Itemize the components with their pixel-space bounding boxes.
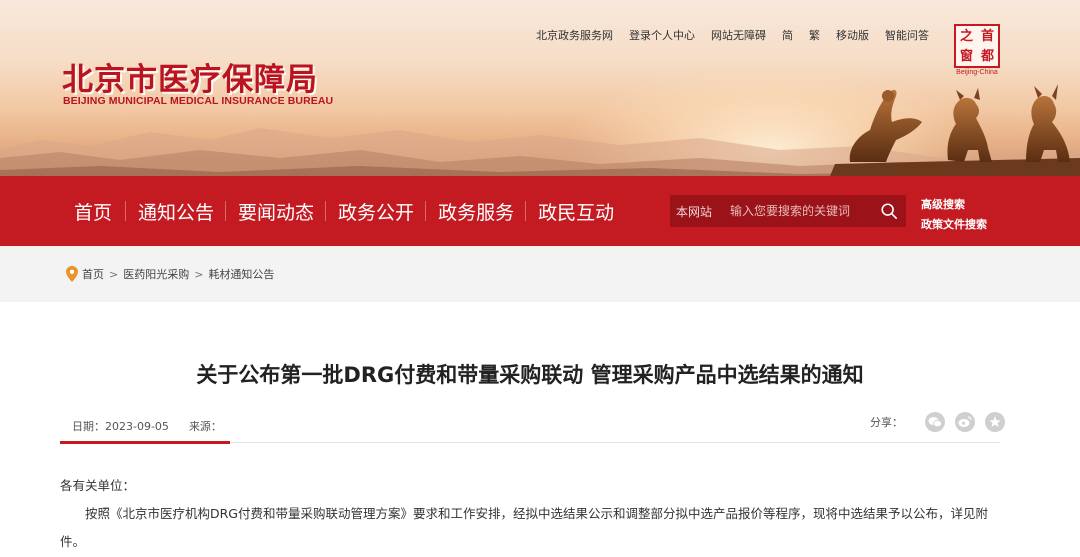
top-link-simplified[interactable]: 简 (782, 27, 793, 43)
article-salutation: 各有关单位： (60, 478, 136, 493)
seal-char: 都 (980, 48, 994, 64)
weibo-share-icon[interactable] (955, 412, 975, 432)
article-date: 日期：2023-09-05 (72, 420, 169, 433)
main-nav: 首页 通知公告 要闻动态 政务公开 政务服务 政民互动 (0, 176, 1080, 246)
top-link-login[interactable]: 登录个人中心 (629, 27, 695, 43)
meta-divider-accent (60, 441, 230, 444)
capital-window-seal[interactable]: 之 首 窗 都 Beijing-China (954, 24, 1000, 76)
seal-caption: Beijing-China (956, 69, 998, 76)
seal-logo-icon: 之 首 窗 都 (954, 24, 1000, 68)
breadcrumb-separator: > (109, 267, 119, 281)
article-source: 来源： (188, 420, 222, 433)
nav-item-news[interactable]: 要闻动态 (225, 198, 326, 225)
search-input[interactable] (730, 204, 870, 218)
breadcrumb: 首页 > 医药阳光采购 > 耗材通知公告 (66, 266, 274, 282)
breadcrumb-procurement[interactable]: 医药阳光采购 (123, 266, 189, 282)
favorite-star-icon[interactable] (985, 412, 1005, 432)
top-link-traditional[interactable]: 繁 (809, 27, 820, 43)
nav-item-notices[interactable]: 通知公告 (125, 198, 226, 225)
nav-item-gov-services[interactable]: 政务服务 (425, 198, 526, 225)
advanced-search-link[interactable]: 高级搜索 (921, 196, 987, 212)
top-link-gov-service[interactable]: 北京政务服务网 (536, 27, 613, 43)
nav-item-gov-affairs[interactable]: 政务公开 (325, 198, 426, 225)
policy-search-link[interactable]: 政策文件搜索 (921, 216, 987, 232)
seal-char: 之 (959, 28, 973, 44)
share-label: 分享： (870, 416, 903, 429)
location-pin-icon (66, 266, 78, 282)
article-paragraph: 按照《北京市医疗机构DRG付费和带量采购联动管理方案》要求和工作安排，经拟中选结… (60, 506, 988, 549)
search-scope-select[interactable]: 本网站 (670, 203, 730, 220)
site-logo-subtitle[interactable]: BEIJING MUNICIPAL MEDICAL INSURANCE BURE… (63, 95, 333, 107)
top-links: 北京政务服务网 登录个人中心 网站无障碍 简 繁 移动版 智能问答 (536, 27, 945, 43)
search-links: 高级搜索 政策文件搜索 (921, 196, 987, 232)
nav-item-interaction[interactable]: 政民互动 (525, 198, 626, 225)
header-banner: 北京市医疗保障局 BEIJING MUNICIPAL MEDICAL INSUR… (0, 0, 1080, 176)
bronze-statues-icon (830, 84, 1080, 176)
seal-char: 窗 (959, 48, 973, 64)
search-icon[interactable] (880, 202, 898, 220)
breadcrumb-separator: > (194, 267, 204, 281)
wechat-share-icon[interactable] (925, 412, 945, 432)
article-title: 关于公布第一批DRG付费和带量采购联动 管理采购产品中选结果的通知 (196, 363, 864, 387)
seal-char: 首 (980, 28, 994, 44)
share-bar: 分享： (870, 412, 1005, 432)
top-link-mobile[interactable]: 移动版 (836, 27, 869, 43)
breadcrumb-home[interactable]: 首页 (82, 266, 104, 282)
site-logo-title[interactable]: 北京市医疗保障局 (62, 54, 318, 99)
nav-item-home[interactable]: 首页 (62, 198, 126, 225)
article-meta: 日期：2023-09-05 来源： (72, 418, 222, 434)
breadcrumb-consumables-notices[interactable]: 耗材通知公告 (208, 266, 274, 282)
article-body: 各有关单位： 按照《北京市医疗机构DRG付费和带量采购联动管理方案》要求和工作安… (60, 472, 1010, 556)
search-box: 本网站 (670, 195, 906, 227)
top-link-smart-qa[interactable]: 智能问答 (885, 27, 929, 43)
top-link-accessibility[interactable]: 网站无障碍 (711, 27, 766, 43)
